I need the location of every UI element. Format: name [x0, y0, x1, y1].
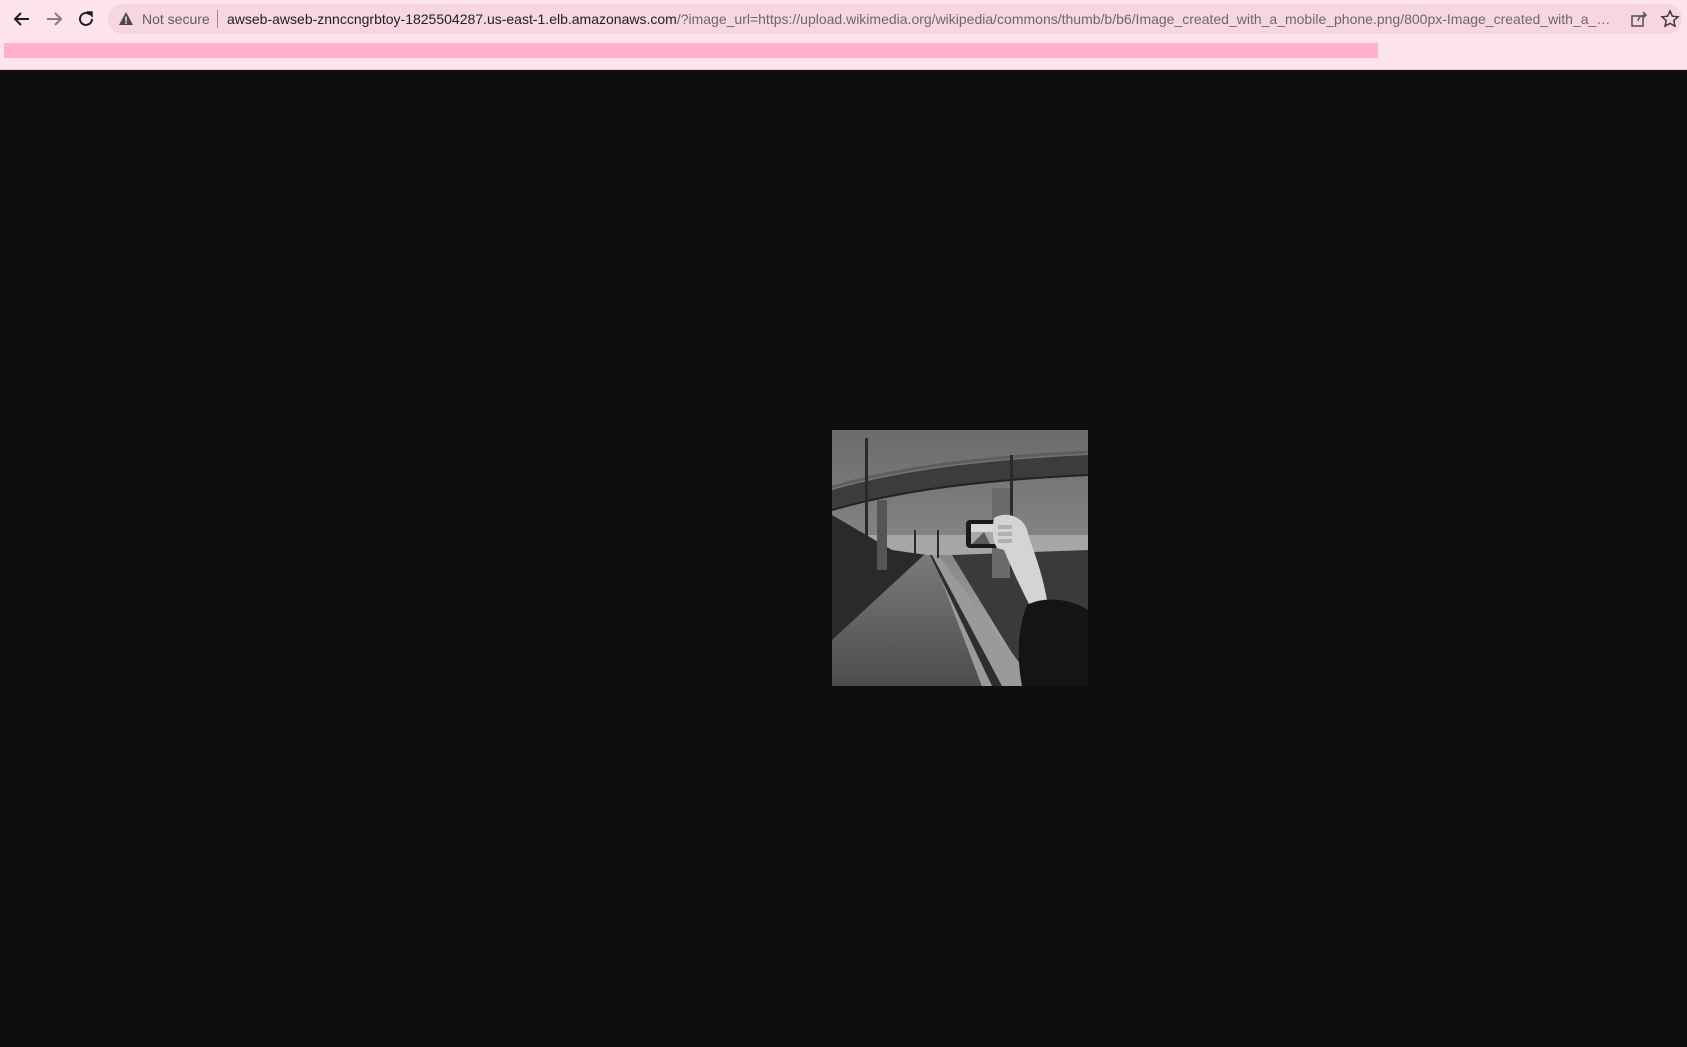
page-content	[0, 70, 1687, 1047]
forward-arrow-icon	[47, 12, 63, 26]
displayed-image	[832, 430, 1088, 686]
back-button[interactable]	[10, 7, 34, 31]
url-host: awseb-awseb-znnccngrbtoy-1825504287.us-e…	[227, 11, 677, 27]
forward-button[interactable]	[42, 7, 66, 31]
security-status-label[interactable]: Not secure	[142, 11, 210, 27]
reload-button[interactable]	[74, 7, 98, 31]
photo-illustration	[832, 430, 1088, 686]
warning-triangle-icon	[119, 12, 133, 25]
url-text[interactable]: awseb-awseb-znnccngrbtoy-1825504287.us-e…	[227, 11, 1617, 27]
browser-toolbar: Not secure awseb-awseb-znnccngrbtoy-1825…	[0, 0, 1687, 70]
back-arrow-icon	[13, 12, 29, 26]
omnibox-divider	[217, 10, 218, 28]
url-path: /?image_url=https://upload.wikimedia.org…	[676, 11, 1617, 27]
loading-progress-bar	[4, 43, 1378, 58]
star-icon[interactable]	[1660, 9, 1680, 29]
share-icon[interactable]	[1630, 10, 1648, 28]
reload-icon	[79, 11, 93, 26]
address-bar[interactable]: Not secure awseb-awseb-znnccngrbtoy-1825…	[108, 4, 1682, 34]
